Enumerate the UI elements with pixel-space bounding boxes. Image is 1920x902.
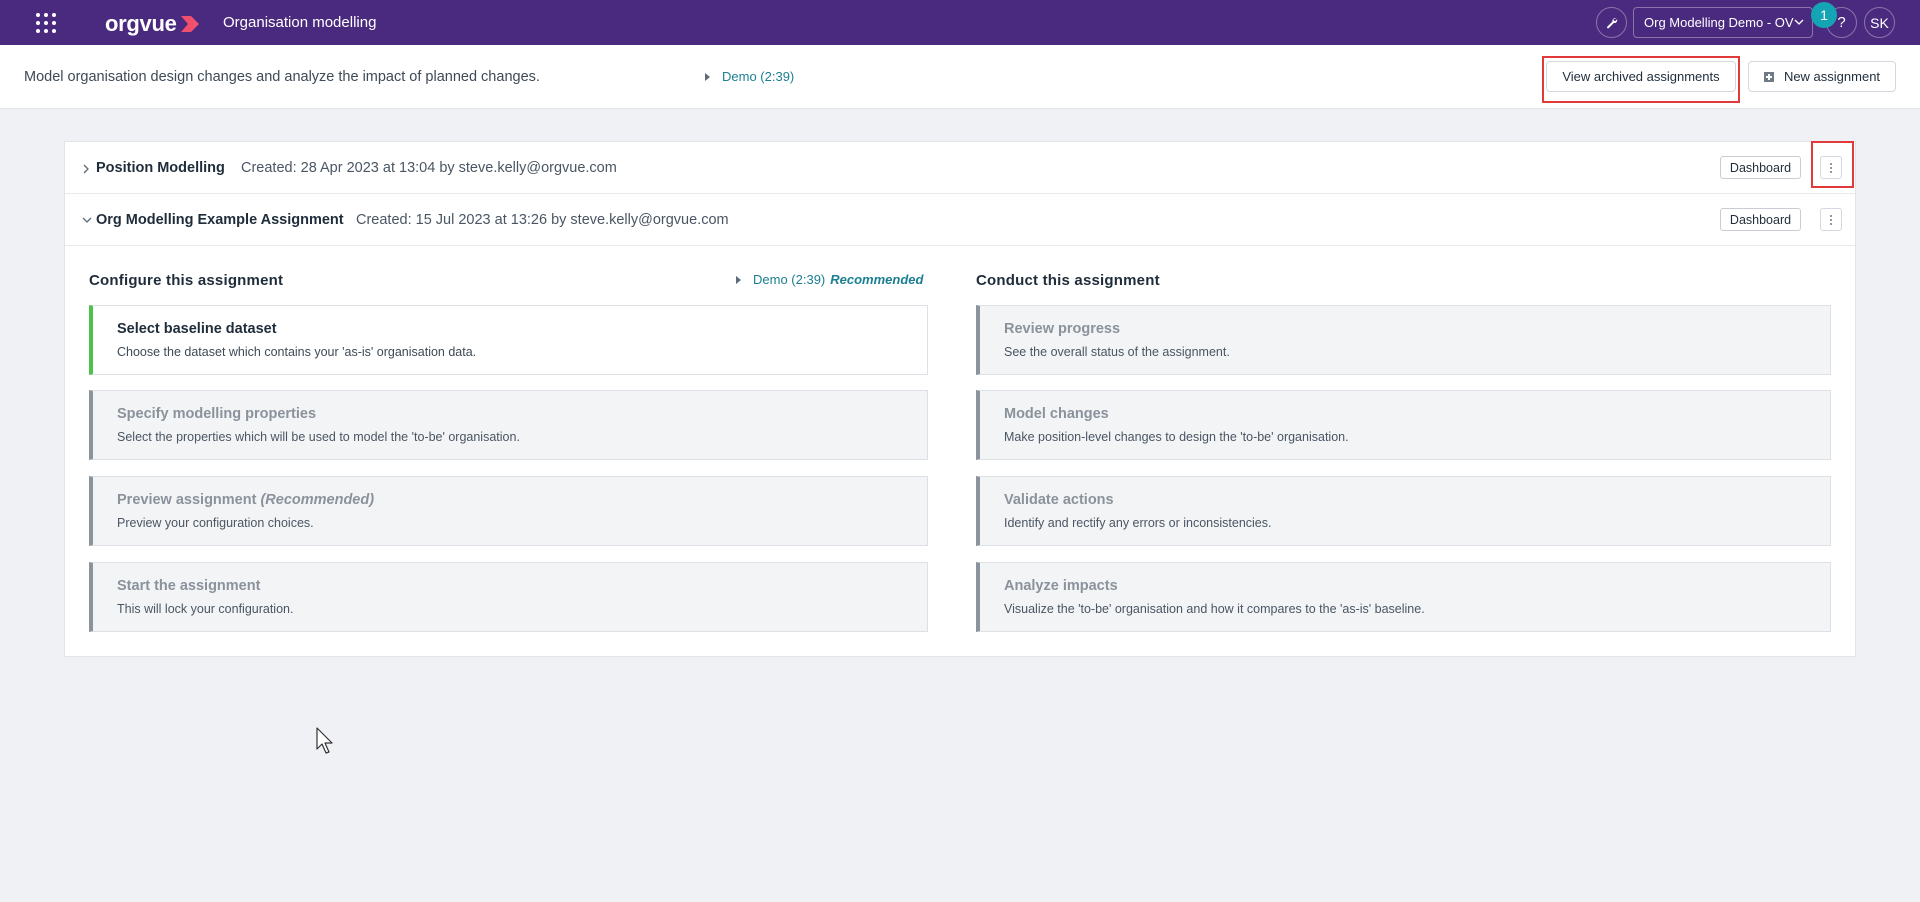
step-description: This will lock your configuration. — [117, 602, 294, 616]
chevron-down-icon — [1794, 19, 1804, 25]
tools-button[interactable] — [1596, 7, 1627, 38]
dashboard-button[interactable]: Dashboard — [1720, 156, 1801, 179]
notification-badge[interactable]: 1 — [1811, 2, 1837, 28]
step-validate-actions[interactable]: Validate actions Identify and rectify an… — [976, 476, 1831, 546]
page-header: Model organisation design changes and an… — [0, 45, 1920, 109]
user-avatar[interactable]: SK — [1864, 7, 1895, 38]
mouse-cursor-icon — [316, 727, 333, 754]
assignment-created: Created: 15 Jul 2023 at 13:26 by steve.k… — [356, 212, 729, 228]
step-title: Validate actions — [1004, 492, 1114, 508]
step-description: Choose the dataset which contains your '… — [117, 345, 477, 359]
step-description: Identify and rectify any errors or incon… — [1004, 516, 1272, 530]
plus-icon — [1763, 71, 1774, 82]
step-analyze-impacts[interactable]: Analyze impacts Visualize the 'to-be' or… — [976, 562, 1831, 632]
view-archived-button[interactable]: View archived assignments — [1546, 61, 1736, 92]
assignment-row[interactable]: Position Modelling Created: 28 Apr 2023 … — [65, 142, 1855, 194]
step-title: Preview assignment (Recommended) — [117, 492, 374, 508]
dashboard-button[interactable]: Dashboard — [1720, 208, 1801, 231]
workspace-selector[interactable]: Org Modelling Demo - OV — [1633, 7, 1813, 38]
step-preview-assignment[interactable]: Preview assignment (Recommended) Preview… — [89, 476, 928, 546]
step-description: Make position-level changes to design th… — [1004, 430, 1349, 444]
step-description: Select the properties which will be used… — [117, 430, 520, 444]
assignment-name[interactable]: Position Modelling — [96, 160, 225, 176]
step-title: Review progress — [1004, 321, 1121, 337]
assignment-name[interactable]: Org Modelling Example Assignment — [96, 212, 344, 228]
configure-demo-link[interactable]: Demo (2:39) Recommended — [736, 272, 923, 287]
step-start-assignment[interactable]: Start the assignment This will lock your… — [89, 562, 928, 632]
step-model-changes[interactable]: Model changes Make position-level change… — [976, 390, 1831, 460]
wrench-icon — [1607, 18, 1618, 29]
step-description: Preview your configuration choices. — [117, 516, 314, 530]
step-title: Select baseline dataset — [117, 321, 277, 337]
assignment-row[interactable]: Org Modelling Example Assignment Created… — [65, 194, 1855, 246]
chevron-right-icon[interactable] — [82, 164, 90, 174]
demo-video-link[interactable]: Demo (2:39) — [705, 69, 794, 84]
configure-section-title: Configure this assignment — [89, 272, 284, 289]
step-review-progress[interactable]: Review progress See the overall status o… — [976, 305, 1831, 375]
app-launcher-icon[interactable] — [36, 13, 57, 34]
step-specify-properties[interactable]: Specify modelling properties Select the … — [89, 390, 928, 460]
step-title-text: Preview assignment — [117, 492, 257, 508]
demo-link-label: Demo (2:39) — [753, 272, 826, 287]
assignment-created: Created: 28 Apr 2023 at 13:04 by steve.k… — [241, 160, 617, 176]
logo-text: orgvue — [105, 11, 177, 36]
page-description: Model organisation design changes and an… — [24, 69, 540, 85]
play-icon — [736, 275, 741, 284]
assignments-panel: Position Modelling Created: 28 Apr 2023 … — [64, 141, 1856, 657]
step-description: See the overall status of the assignment… — [1004, 345, 1230, 359]
step-description: Visualize the 'to-be' organisation and h… — [1004, 602, 1425, 616]
step-title: Analyze impacts — [1004, 578, 1118, 594]
more-options-icon[interactable] — [1820, 208, 1842, 231]
workspace-label: Org Modelling Demo - OV — [1644, 15, 1794, 30]
orgvue-logo[interactable]: orgvue — [105, 11, 201, 37]
step-select-baseline[interactable]: Select baseline dataset Choose the datas… — [89, 305, 928, 375]
new-assignment-label: New assignment — [1783, 69, 1881, 84]
play-icon — [705, 72, 710, 81]
step-title: Model changes — [1004, 406, 1109, 422]
conduct-section-title: Conduct this assignment — [976, 272, 1160, 289]
recommended-badge: Recommended — [830, 272, 924, 287]
logo-mark-icon — [180, 16, 199, 32]
top-bar: orgvue Organisation modelling Org Modell… — [0, 0, 1920, 45]
step-title: Start the assignment — [117, 578, 261, 594]
step-title-suffix: (Recommended) — [260, 492, 375, 508]
step-title: Specify modelling properties — [117, 406, 317, 422]
chevron-down-icon[interactable] — [82, 216, 92, 224]
more-options-icon[interactable] — [1820, 156, 1842, 179]
app-title: Organisation modelling — [223, 14, 377, 31]
demo-link-label: Demo (2:39) — [722, 69, 795, 84]
new-assignment-button[interactable]: New assignment — [1748, 61, 1896, 92]
